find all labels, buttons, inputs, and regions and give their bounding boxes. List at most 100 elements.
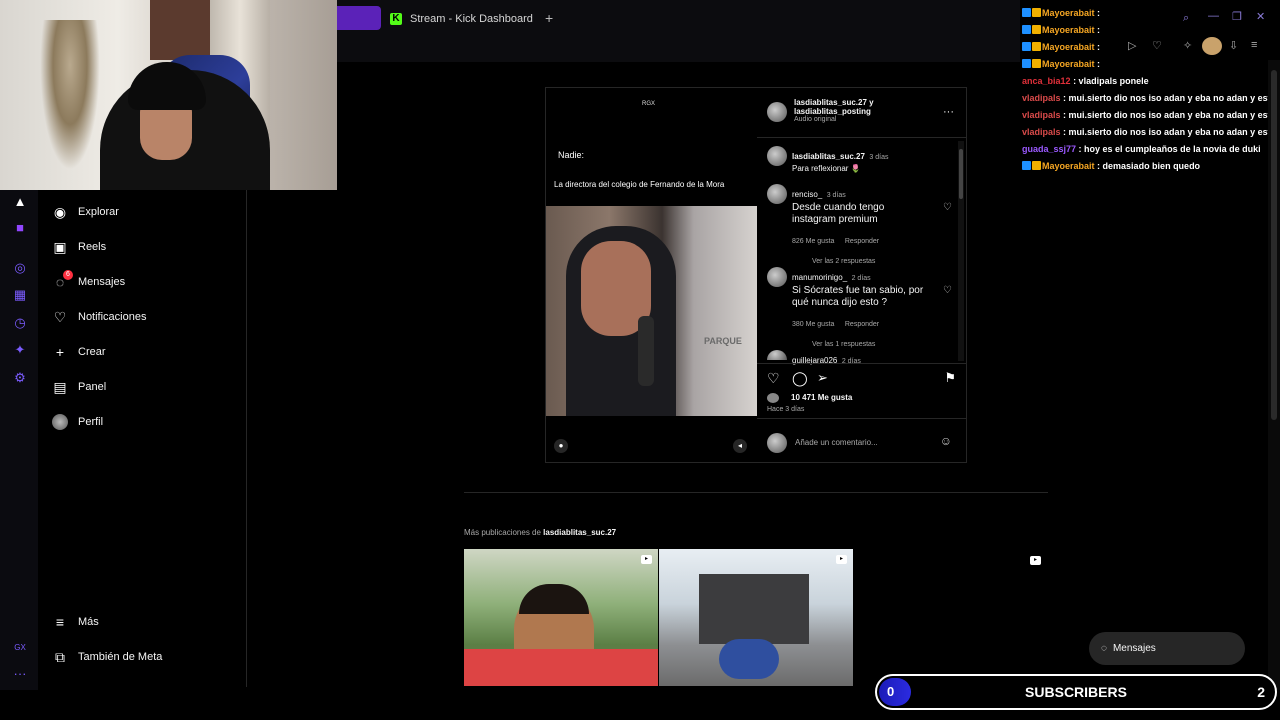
- comment-avatar[interactable]: [767, 350, 787, 360]
- audio-label[interactable]: Audio original: [794, 116, 914, 123]
- reply-button[interactable]: Responder: [845, 238, 879, 245]
- comment-avatar[interactable]: [767, 146, 787, 166]
- search-icon[interactable]: ⌕: [1183, 12, 1189, 25]
- grid-icon[interactable]: ▦: [12, 287, 28, 303]
- tab-kick-dashboard[interactable]: K Stream - Kick Dashboard: [390, 8, 533, 30]
- sidebar-item-label: Crear: [78, 346, 106, 358]
- messages-label: Mensajes: [1112, 643, 1156, 654]
- author-avatar[interactable]: [767, 102, 787, 122]
- mute-icon[interactable]: ◂: [733, 439, 747, 453]
- post-authors[interactable]: lasdiablitas_suc.27 y lasdiablitas_posti…: [794, 98, 914, 116]
- likes-count[interactable]: 10 471 Me gusta: [791, 393, 852, 402]
- comment-likes[interactable]: 826 Me gusta: [792, 238, 834, 245]
- browser-sidebar: ▲ ■ ◎ ▦ ◷ ✦ ⚙ GX ···: [0, 190, 38, 690]
- comment-text: Desde cuando tengo instagram premium: [792, 202, 885, 225]
- comment-age: 2 días: [851, 275, 871, 282]
- post-thumbnail[interactable]: ▸: [464, 549, 658, 686]
- menu-icon[interactable]: ≡: [1251, 39, 1257, 51]
- chat-user: Mayoerabait: [1042, 8, 1095, 18]
- close-icon[interactable]: ✕: [1256, 10, 1265, 23]
- save-icon[interactable]: ⚑: [944, 370, 956, 386]
- emoji-icon[interactable]: ☺: [940, 434, 952, 448]
- chat-text: : mui.sierto dio nos iso adan y eba no a…: [1063, 127, 1279, 137]
- more-posts-user[interactable]: lasdiablitas_suc.27: [543, 528, 616, 537]
- extensions-icon[interactable]: ✧: [1183, 39, 1192, 52]
- add-comment-input[interactable]: Añade un comentario...: [795, 438, 878, 447]
- chat-user: Mayoerabait: [1042, 161, 1095, 171]
- send-icon[interactable]: ▷: [1128, 39, 1136, 52]
- sidebar-item-label: Panel: [78, 381, 107, 393]
- sidebar-item-perfil[interactable]: Perfil: [52, 414, 103, 430]
- sidebar-item-mas[interactable]: ≡ Más: [52, 614, 99, 630]
- tagged-user-icon[interactable]: ●: [554, 439, 568, 453]
- comment-user[interactable]: manumorinigo_: [792, 273, 847, 282]
- comment-avatar[interactable]: [767, 267, 787, 287]
- messages-button[interactable]: ◌ Mensajes: [1089, 632, 1245, 665]
- reply-button[interactable]: Responder: [845, 321, 879, 328]
- play-circle-icon[interactable]: ◎: [12, 260, 28, 276]
- extensions-icon[interactable]: ✦: [12, 342, 28, 358]
- chat-text: : mui.sierto dio nos iso adan y eba no a…: [1063, 110, 1279, 120]
- like-comment-icon[interactable]: ♡: [943, 202, 952, 213]
- chat-message: Mayoerabait : demasiado bien quedo: [1022, 161, 1200, 171]
- sidebar-item-notificaciones[interactable]: ♡ Notificaciones: [52, 309, 147, 325]
- subscriber-goal: 2: [1257, 684, 1265, 700]
- post-card: RGX Nadie: La directora del colegio de F…: [545, 87, 967, 463]
- comment-likes[interactable]: 380 Me gusta: [792, 321, 834, 328]
- chat-text: :: [1097, 8, 1101, 18]
- twitch-icon[interactable]: ■: [12, 220, 28, 236]
- sidebar-item-mensajes[interactable]: ◌ 6 Mensajes: [52, 270, 125, 290]
- settings-icon[interactable]: ⚙: [12, 370, 28, 386]
- comment-user[interactable]: lasdiablitas_suc.27: [792, 152, 865, 161]
- meme-line: Nadie:: [558, 150, 585, 160]
- post-thumbnail[interactable]: ▸: [659, 549, 853, 686]
- share-icon[interactable]: ➢: [817, 370, 828, 386]
- comment-user[interactable]: renciso_: [792, 190, 822, 199]
- arrow-logo-icon[interactable]: ▲: [12, 194, 28, 210]
- restore-icon[interactable]: ❐: [1232, 10, 1242, 23]
- post-media[interactable]: RGX Nadie: La directora del colegio de F…: [546, 88, 757, 462]
- watermark: RGX: [642, 101, 656, 107]
- sidebar-item-panel[interactable]: ▤ Panel: [52, 379, 106, 395]
- divider: [464, 492, 1048, 493]
- comment-text: Si Sócrates fue tan sabio, por qué nunca…: [792, 285, 924, 308]
- reel-icon: ▸: [836, 555, 847, 564]
- menu-icon: ≡: [55, 614, 65, 630]
- reel-icon[interactable]: ▸: [1030, 556, 1041, 565]
- chat-message: vladipals : mui.sierto dio nos iso adan …: [1022, 93, 1278, 103]
- tab-title: Stream - Kick Dashboard: [410, 13, 533, 25]
- active-tab[interactable]: [337, 6, 381, 30]
- sidebar-item-crear[interactable]: + Crear: [52, 344, 106, 360]
- comment-age: 3 días: [869, 154, 889, 161]
- download-icon[interactable]: ⇩: [1229, 39, 1238, 52]
- meta-icon: ⧉: [55, 649, 65, 665]
- profile-avatar[interactable]: [1202, 37, 1222, 55]
- more-dots-icon[interactable]: ···: [12, 666, 28, 682]
- chat-user: Mayoerabait: [1042, 25, 1095, 35]
- page-scrollbar[interactable]: [1268, 60, 1280, 690]
- sidebar-item-meta[interactable]: ⧉ También de Meta: [52, 649, 162, 665]
- plus-icon: +: [55, 344, 65, 360]
- like-icon[interactable]: ♡: [767, 370, 780, 387]
- like-comment-icon[interactable]: ♡: [943, 285, 952, 296]
- subscriber-label: SUBSCRIBERS: [1025, 684, 1127, 700]
- comment-icon[interactable]: ◯: [792, 370, 808, 387]
- unread-badge: 6: [63, 270, 73, 280]
- sidebar-item-explorar[interactable]: ◉ Explorar: [52, 204, 119, 220]
- comments-scrollbar[interactable]: [958, 141, 964, 361]
- sidebar-item-label: Explorar: [78, 206, 119, 218]
- clock-icon[interactable]: ◷: [12, 315, 28, 331]
- view-replies[interactable]: Ver las 2 respuestas: [792, 258, 927, 265]
- chat-text: :: [1097, 25, 1101, 35]
- bookmark-heart-icon[interactable]: ♡: [1152, 39, 1162, 52]
- view-replies[interactable]: Ver las 1 respuestas: [792, 341, 927, 348]
- chat-text: : vladipals ponele: [1073, 76, 1149, 86]
- minimize-icon[interactable]: —: [1208, 10, 1219, 22]
- sidebar-item-reels[interactable]: ▣ Reels: [52, 239, 106, 255]
- chat-message: Mayoerabait :: [1022, 59, 1100, 69]
- more-options-icon[interactable]: ···: [943, 106, 954, 118]
- chat-text: : mui.sierto dio nos iso adan y eba no a…: [1063, 93, 1279, 103]
- webcam-overlay: [0, 0, 337, 190]
- comment-avatar[interactable]: [767, 184, 787, 204]
- new-tab-button[interactable]: +: [545, 10, 553, 26]
